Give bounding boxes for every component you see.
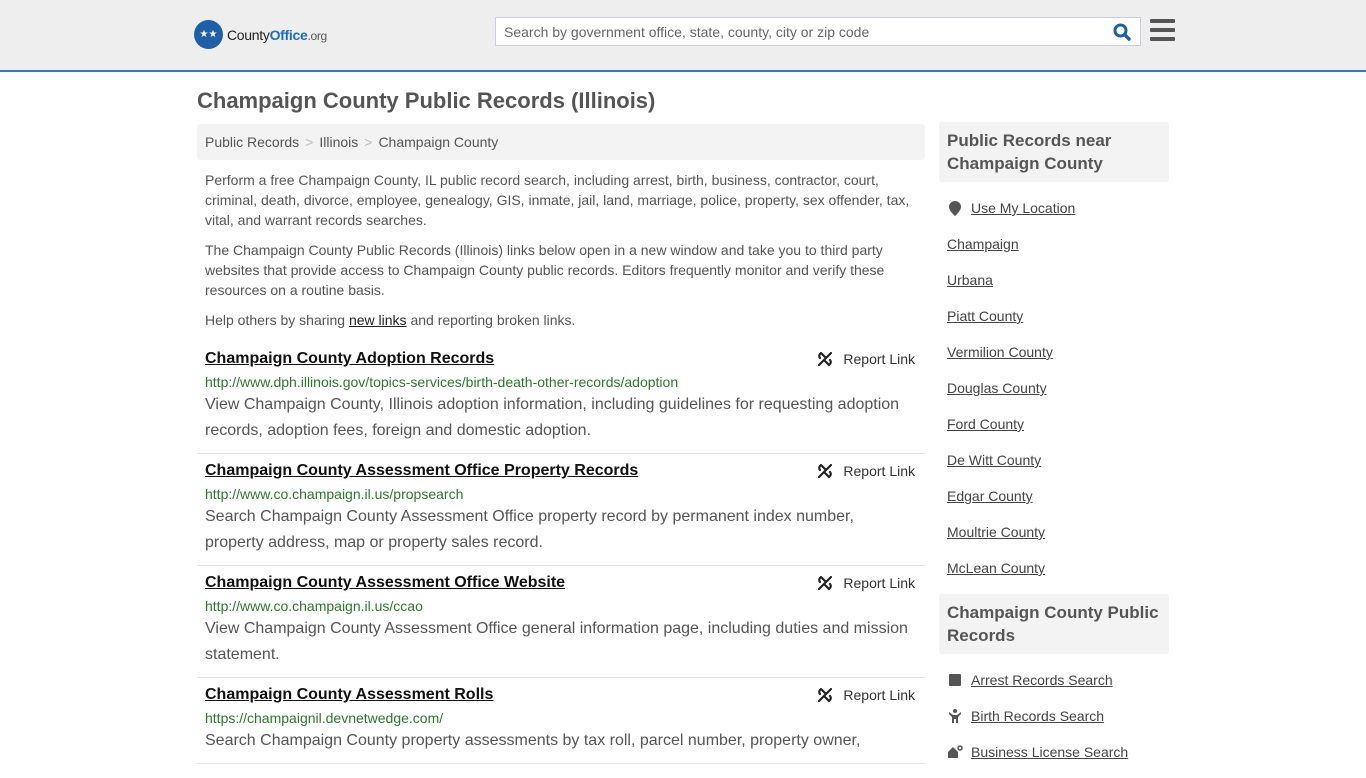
main-content: Public Records > Illinois > Champaign Co…	[197, 124, 925, 764]
report-link-label: Report Link	[843, 575, 915, 591]
site-header: ★★ CountyOffice.org	[0, 0, 1366, 72]
record-title-link[interactable]: Champaign County Assessment Office Prope…	[205, 460, 638, 482]
near-location-link[interactable]: Urbana	[947, 272, 993, 288]
record-title-link[interactable]: Champaign County Adoption Records	[205, 348, 494, 370]
near-location-item[interactable]: Piatt County	[947, 298, 1161, 334]
search-input[interactable]	[496, 18, 1108, 45]
record-url[interactable]: http://www.co.champaign.il.us/propsearch	[205, 484, 917, 504]
intro-paragraph-1: Perform a free Champaign County, IL publ…	[205, 172, 910, 228]
record-description: View Champaign County, Illinois adoption…	[205, 396, 900, 439]
square-icon	[947, 674, 963, 686]
near-location-item[interactable]: Moultrie County	[947, 514, 1161, 550]
search-box	[495, 17, 1141, 46]
report-link-button[interactable]: Report Link	[817, 463, 915, 479]
page-title: Champaign County Public Records (Illinoi…	[197, 88, 656, 113]
near-location-link[interactable]: Edgar County	[947, 488, 1033, 504]
record-title-link[interactable]: Champaign County Assessment Rolls	[205, 684, 493, 706]
county-records-heading: Champaign County Public Records	[939, 594, 1169, 654]
site-logo[interactable]: ★★ CountyOffice.org	[194, 20, 327, 49]
report-link-label: Report Link	[843, 351, 915, 367]
record-item: Champaign County Assessment Office Websi…	[197, 566, 925, 678]
report-link-label: Report Link	[843, 687, 915, 703]
near-location-link[interactable]: Douglas County	[947, 380, 1047, 396]
record-item: Champaign County Assessment Office Prope…	[197, 454, 925, 566]
near-location-item[interactable]: McLean County	[947, 550, 1161, 586]
record-item: Champaign County Assessment Rolls Report…	[197, 678, 925, 764]
record-description: View Champaign County Assessment Office …	[205, 620, 908, 663]
logo-text-county: County	[227, 26, 270, 43]
near-location-item[interactable]: Edgar County	[947, 478, 1161, 514]
business-icon	[947, 745, 963, 759]
map-marker-icon	[947, 200, 963, 216]
near-location-item[interactable]: Vermilion County	[947, 334, 1161, 370]
broken-link-icon	[818, 575, 833, 591]
broken-link-icon	[818, 687, 833, 703]
county-records-list: Arrest Records Search Birth Records Searc…	[939, 654, 1169, 778]
record-description: Search Champaign County property assessm…	[205, 732, 861, 749]
near-location-item[interactable]: De Witt County	[947, 442, 1161, 478]
intro-paragraph-2: The Champaign County Public Records (Ill…	[205, 242, 885, 298]
eagle-logo-icon: ★★	[194, 20, 223, 49]
near-location-link[interactable]: Piatt County	[947, 308, 1023, 324]
record-url[interactable]: http://www.co.champaign.il.us/ccao	[205, 596, 917, 616]
logo-text-org: .org	[307, 28, 327, 43]
breadcrumb: Public Records > Illinois > Champaign Co…	[197, 124, 925, 160]
near-location-link[interactable]: Ford County	[947, 416, 1024, 432]
intro-text: Perform a free Champaign County, IL publ…	[197, 170, 925, 330]
breadcrumb-current: Champaign County	[378, 134, 499, 150]
sidebar: Public Records near Champaign County Use…	[939, 122, 1169, 778]
record-title-link[interactable]: Champaign County Assessment Office Websi…	[205, 572, 565, 594]
record-item: Champaign County Adoption Records Report…	[197, 342, 925, 454]
near-location-link[interactable]: McLean County	[947, 560, 1045, 576]
county-record-link[interactable]: Arrest Records Search	[971, 672, 1113, 688]
near-location-link[interactable]: De Witt County	[947, 452, 1041, 468]
breadcrumb-separator: >	[305, 134, 314, 150]
record-url[interactable]: http://www.dph.illinois.gov/topics-servi…	[205, 372, 917, 392]
new-links-link[interactable]: new links	[349, 312, 407, 328]
intro-paragraph-3: Help others by sharing new links and rep…	[205, 312, 576, 328]
near-location-item[interactable]: Ford County	[947, 406, 1161, 442]
near-location-item[interactable]: Douglas County	[947, 370, 1161, 406]
county-record-item[interactable]: Birth Records Search	[947, 698, 1161, 734]
near-location-link[interactable]: Vermilion County	[947, 344, 1053, 360]
use-my-location[interactable]: Use My Location	[947, 190, 1161, 226]
broken-link-icon	[818, 351, 833, 367]
breadcrumb-separator: >	[364, 134, 373, 150]
near-location-item[interactable]: Urbana	[947, 262, 1161, 298]
logo-text-office: Office	[269, 26, 308, 43]
report-link-button[interactable]: Report Link	[817, 687, 915, 703]
near-location-link[interactable]: Moultrie County	[947, 524, 1045, 540]
near-records-heading: Public Records near Champaign County	[939, 122, 1169, 182]
breadcrumb-public-records[interactable]: Public Records	[205, 134, 299, 150]
county-record-link[interactable]: Business License Search	[971, 744, 1128, 760]
broken-link-icon	[818, 463, 833, 479]
child-icon	[947, 709, 963, 723]
county-record-item[interactable]: Business License Search	[947, 734, 1161, 770]
report-link-button[interactable]: Report Link	[817, 351, 915, 367]
near-location-link[interactable]: Champaign	[947, 236, 1019, 252]
record-description: Search Champaign County Assessment Offic…	[205, 508, 854, 551]
record-url[interactable]: https://champaignil.devnetwedge.com/	[205, 708, 917, 728]
hamburger-menu-icon[interactable]	[1150, 19, 1175, 46]
report-link-label: Report Link	[843, 463, 915, 479]
report-link-button[interactable]: Report Link	[817, 575, 915, 591]
breadcrumb-illinois[interactable]: Illinois	[319, 134, 358, 150]
search-icon[interactable]	[1108, 23, 1136, 41]
county-record-link[interactable]: Birth Records Search	[971, 708, 1104, 724]
near-records-list: Use My Location Champaign Urbana Piatt Cou…	[939, 182, 1169, 594]
near-location-item[interactable]: Champaign	[947, 226, 1161, 262]
county-record-item[interactable]: Arrest Records Search	[947, 662, 1161, 698]
